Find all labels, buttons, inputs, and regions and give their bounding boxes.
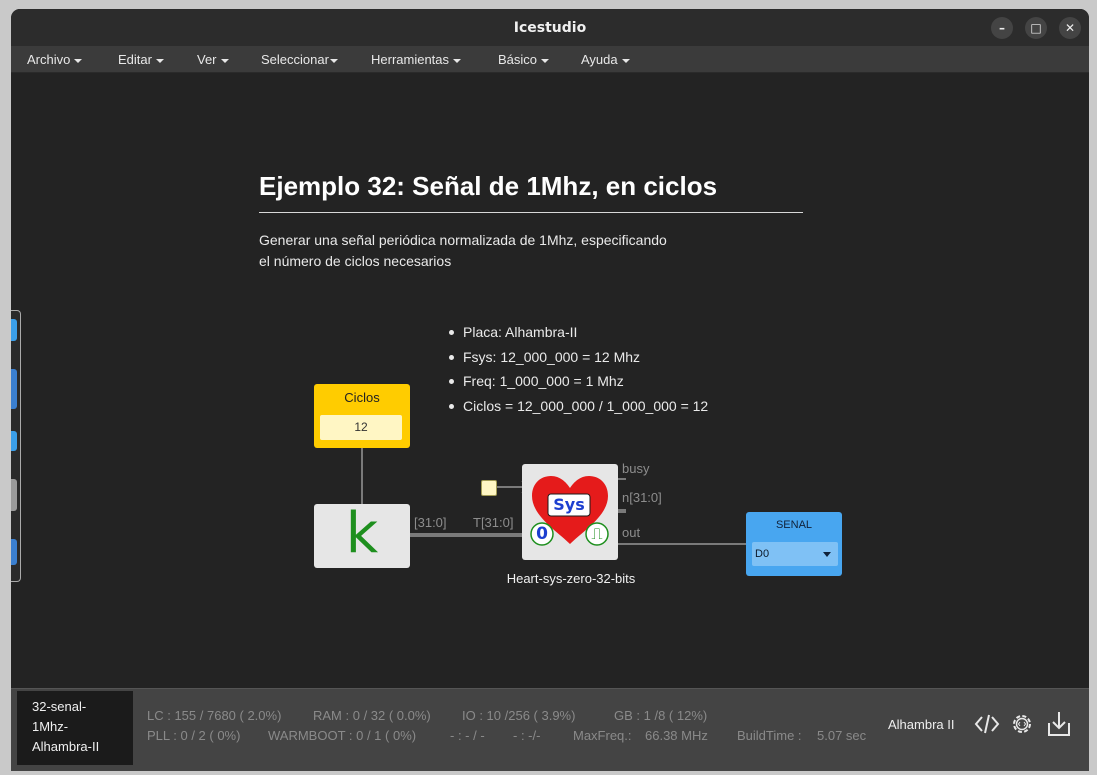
chevron-down-icon [74, 58, 83, 63]
stat-buildtime-label: BuildTime : [737, 728, 802, 743]
menu-ayuda[interactable]: Ayuda [581, 46, 630, 73]
stat-pll: PLL : 0 / 2 ( 0%) [147, 728, 241, 743]
menu-seleccionar[interactable]: Seleccionar [261, 46, 338, 73]
chevron-down-icon [155, 58, 164, 63]
app-window: Icestudio – □ ✕ Archivo Editar Ver Selec… [11, 9, 1089, 771]
menu-ver-label: Ver [197, 52, 217, 67]
design-canvas[interactable]: Ejemplo 32: Señal de 1Mhz, en ciclos Gen… [11, 74, 1089, 688]
menu-editar-label: Editar [118, 52, 152, 67]
menu-herramientas-label: Herramientas [371, 52, 450, 67]
menu-archivo[interactable]: Archivo [27, 46, 83, 73]
stat-buildtime-value: 5.07 sec [817, 728, 867, 743]
stat-dash-2: - : -/- [513, 728, 541, 743]
chevron-down-icon [823, 552, 831, 557]
stat-gb: GB : 1 /8 ( 12%) [614, 708, 708, 723]
constant-value-field[interactable]: 12 [320, 415, 402, 440]
port-label-n: n[31:0] [622, 490, 662, 505]
minimize-button[interactable]: – [991, 17, 1013, 39]
chevron-down-icon [621, 58, 630, 63]
menu-ayuda-label: Ayuda [581, 52, 618, 67]
menu-ver[interactable]: Ver [197, 46, 229, 73]
k-constant-block[interactable]: k [314, 504, 410, 568]
constant-name: Ciclos [344, 390, 380, 405]
output-name: SENAL [775, 519, 813, 531]
menu-basico[interactable]: Básico [498, 46, 550, 73]
project-name-line: 1Mhz- [32, 719, 69, 734]
heart-sys-zero-block[interactable]: Sys 0 ⎍ [522, 464, 618, 560]
window-title: Icestudio [513, 20, 587, 36]
zero-icon: 0 [536, 524, 548, 544]
menu-seleccionar-label: Seleccionar [261, 52, 329, 67]
stat-maxfreq-label: MaxFreq.: [573, 728, 632, 743]
menu-editar[interactable]: Editar [118, 46, 164, 73]
constant-block-ciclos[interactable]: Ciclos 12 [314, 384, 410, 448]
status-bar: 32-senal- 1Mhz- Alhambra-II LC : 155 / 7… [11, 688, 1089, 771]
heart-block-caption: Heart-sys-zero-32-bits [506, 571, 636, 586]
menu-bar: Archivo Editar Ver Seleccionar Herramien… [11, 46, 1089, 73]
port-label-out: out [622, 525, 641, 540]
menu-archivo-label: Archivo [27, 52, 71, 67]
project-name-line: 32-senal- [32, 699, 87, 714]
maximize-button[interactable]: □ [1025, 17, 1047, 39]
pin-select[interactable]: D0 [752, 542, 838, 566]
project-name[interactable]: 32-senal- 1Mhz- Alhambra-II [17, 691, 133, 765]
wires-layer [361, 448, 746, 545]
stat-lc: LC : 155 / 7680 ( 2.0%) [147, 708, 282, 723]
stat-ram: RAM : 0 / 32 ( 0.0%) [313, 708, 431, 723]
menu-basico-label: Básico [498, 52, 538, 67]
stat-warmboot: WARMBOOT : 0 / 1 ( 0%) [268, 728, 417, 743]
stat-io: IO : 10 /256 ( 3.9%) [462, 708, 576, 723]
close-button[interactable]: ✕ [1059, 17, 1081, 39]
title-bar: Icestudio – □ ✕ [11, 9, 1089, 46]
chevron-down-icon [453, 58, 462, 63]
heart-label: Sys [553, 495, 585, 514]
chevron-down-icon [541, 58, 550, 63]
stat-dash-1: - : - / - [450, 728, 485, 743]
menu-herramientas[interactable]: Herramientas [371, 46, 462, 73]
board-selector[interactable]: Alhambra II [888, 717, 954, 732]
wire-label-k-out: [31:0] [414, 515, 447, 530]
wire-label-heart-in: T[31:0] [473, 515, 514, 530]
download-icon[interactable] [1045, 709, 1073, 739]
settings-gear-icon[interactable] [1008, 709, 1036, 739]
output-block-senal[interactable]: SENAL D0 [746, 512, 842, 576]
port-label-busy: busy [622, 461, 650, 476]
project-name-line: Alhambra-II [32, 739, 100, 754]
pulse-icon: ⎍ [591, 524, 603, 543]
chevron-down-icon [329, 58, 338, 63]
start-input-marker[interactable] [481, 480, 497, 496]
pin-select-value: D0 [755, 548, 770, 560]
chevron-down-icon [220, 58, 229, 63]
code-icon[interactable] [973, 709, 1001, 739]
stat-maxfreq-value: 66.38 MHz [645, 728, 708, 743]
